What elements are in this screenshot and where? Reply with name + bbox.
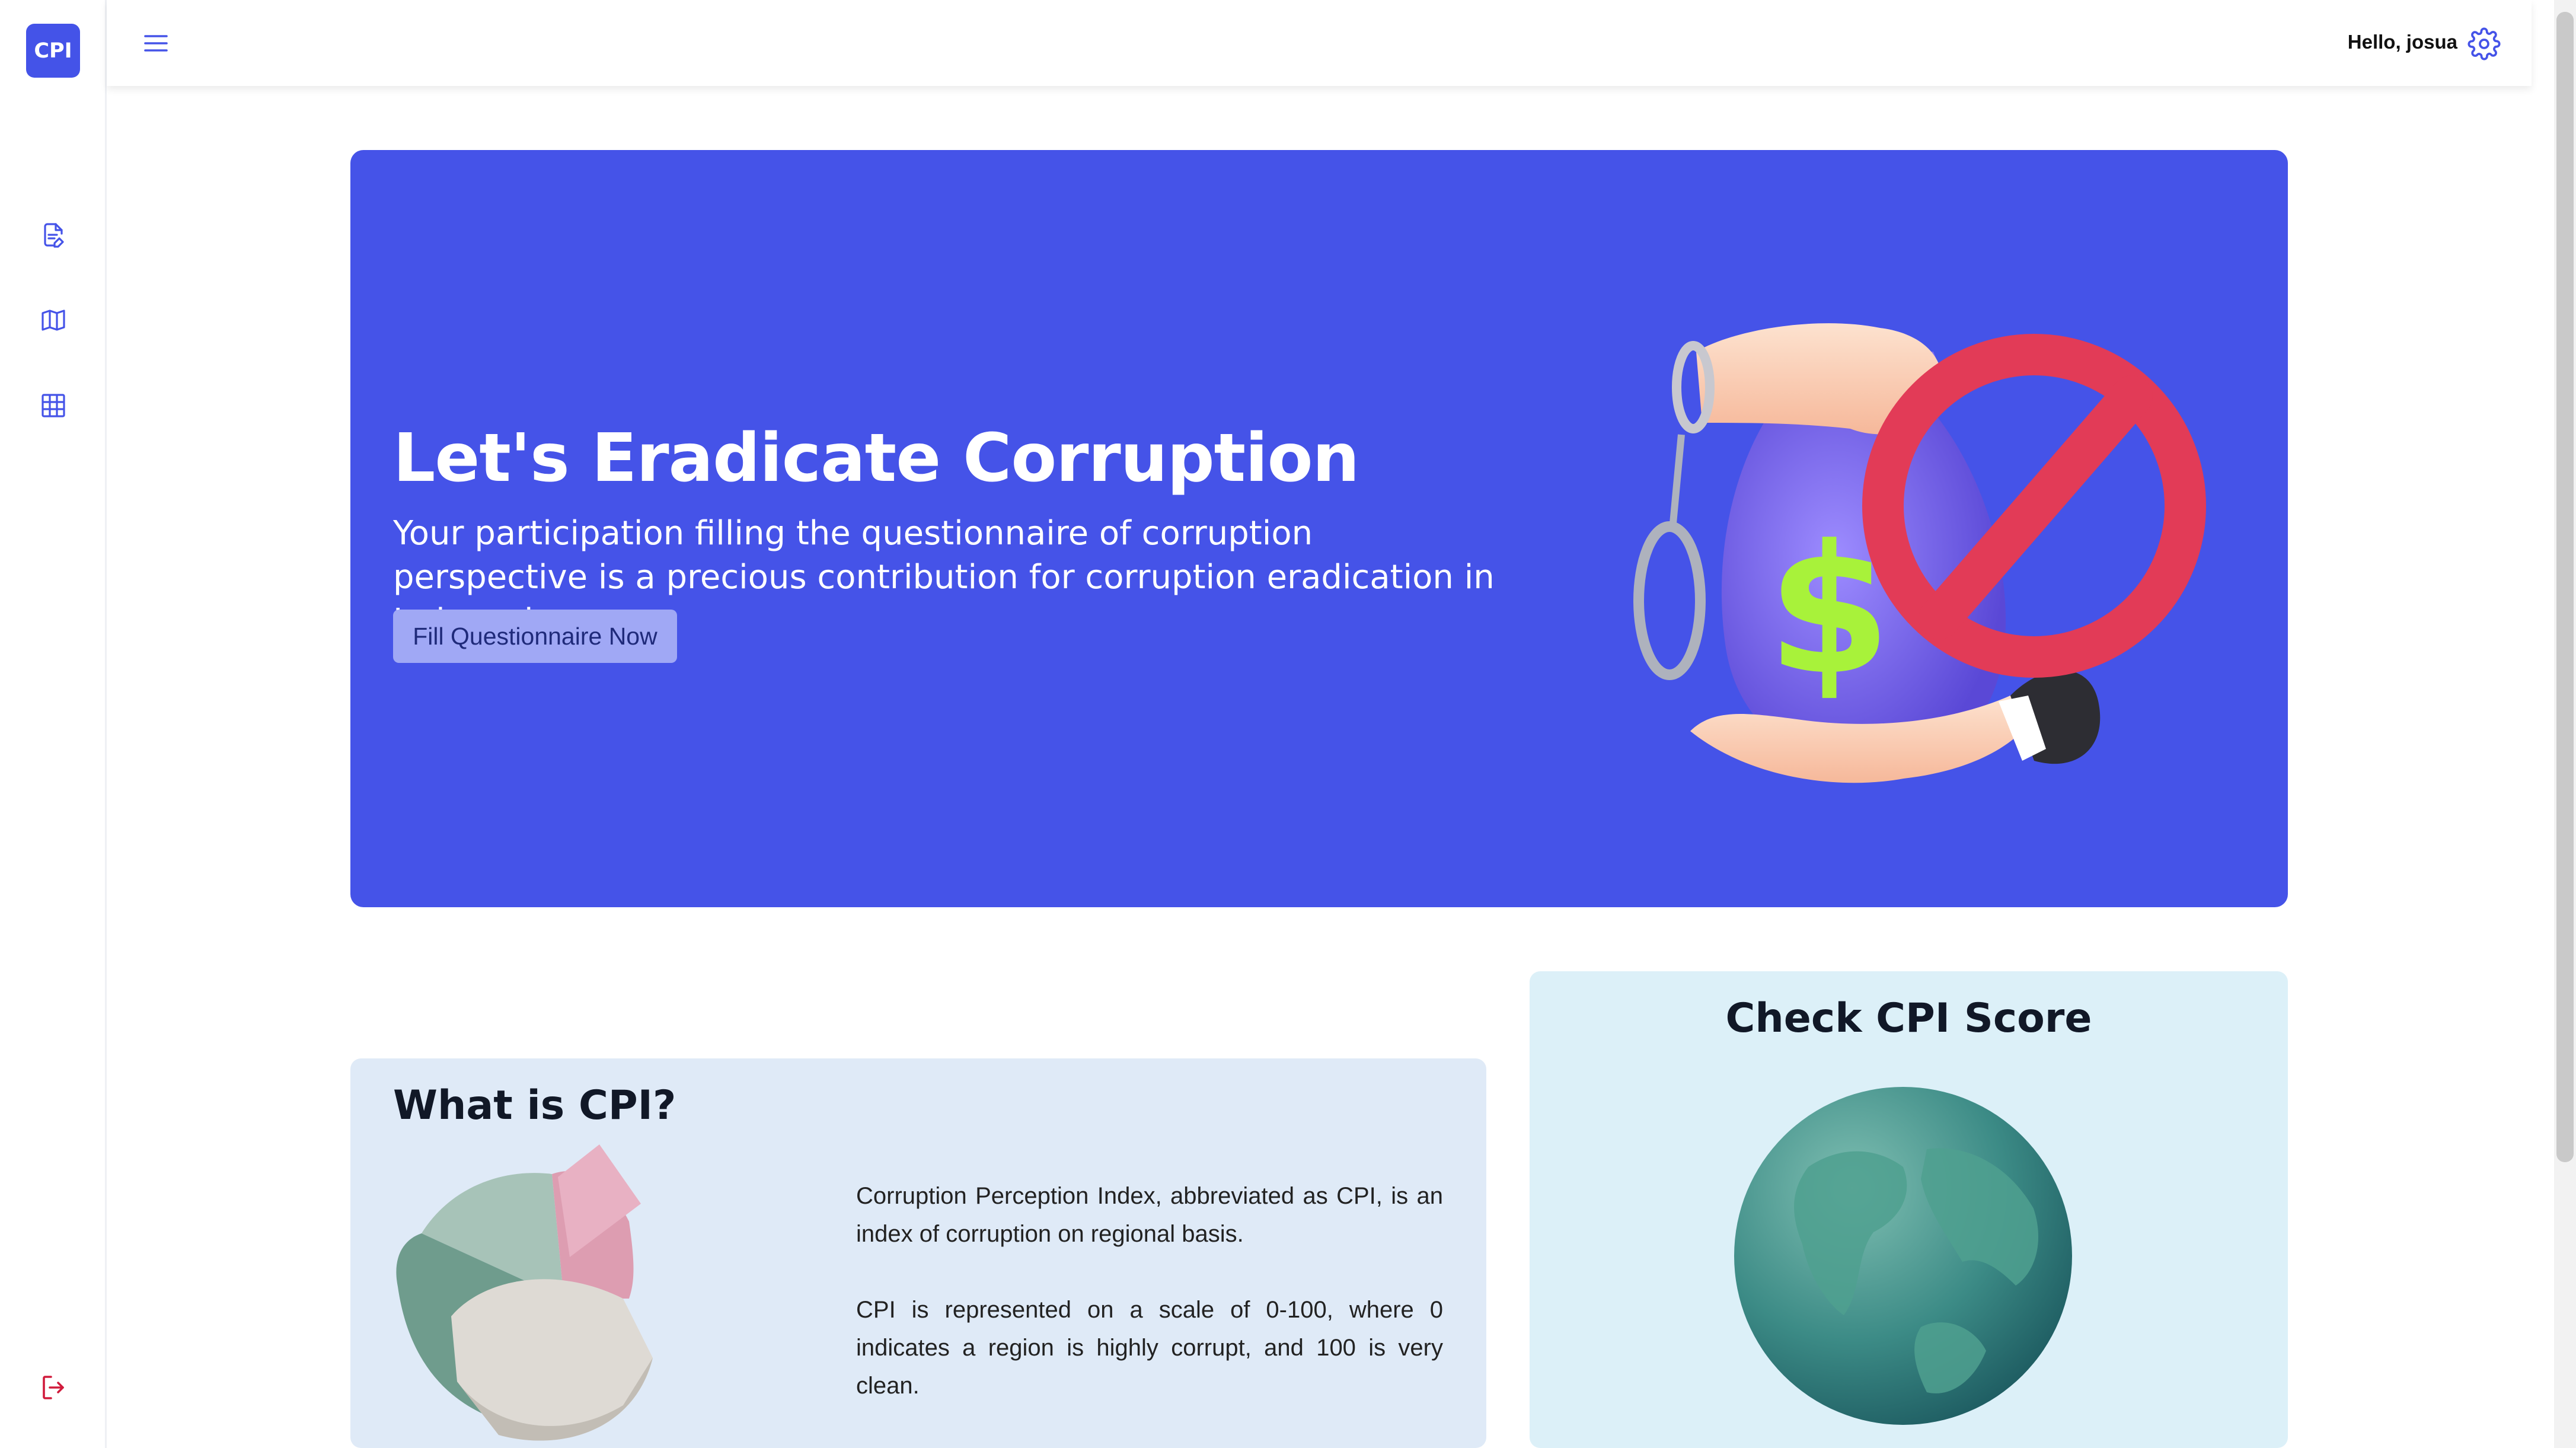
pie-chart-illustration bbox=[396, 1144, 653, 1441]
globe-illustration bbox=[1734, 1087, 2072, 1425]
sidebar-item-questionnaire[interactable] bbox=[37, 218, 70, 251]
hero-title: Let's Eradicate Corruption bbox=[393, 420, 1359, 497]
cpi-description-paragraph-1: Corruption Perception Index, abbreviated… bbox=[856, 1183, 1443, 1247]
gear-icon[interactable] bbox=[2468, 27, 2501, 60]
sidebar-item-map[interactable] bbox=[37, 304, 70, 337]
cpi-description-paragraph-2: CPI is represented on a scale of 0-100, … bbox=[856, 1297, 1443, 1399]
check-cpi-score-title: Check CPI Score bbox=[1725, 995, 2092, 1042]
logout-button[interactable] bbox=[37, 1371, 70, 1404]
logout-icon bbox=[43, 1376, 64, 1399]
app-logo[interactable]: CPI bbox=[26, 24, 80, 78]
map-icon bbox=[42, 310, 65, 331]
table-grid-icon bbox=[42, 394, 65, 417]
fill-questionnaire-button[interactable]: Fill Questionnaire Now bbox=[393, 610, 677, 663]
user-greeting: Hello, josua bbox=[2347, 31, 2457, 53]
hero-banner: Let's Eradicate Corruption Your particip… bbox=[350, 150, 2288, 907]
menu-toggle-button[interactable] bbox=[139, 27, 173, 60]
sidebar: CPI bbox=[0, 0, 107, 1448]
anti-corruption-illustration: $ bbox=[1633, 323, 2206, 783]
check-cpi-score-card[interactable]: Check CPI Score bbox=[1530, 971, 2288, 1448]
cpi-description: Corruption Perception Index, abbreviated… bbox=[856, 1177, 1443, 1405]
top-bar: Hello, josua bbox=[107, 0, 2532, 86]
sidebar-item-table[interactable] bbox=[37, 389, 70, 422]
scrollbar-thumb[interactable] bbox=[2556, 12, 2574, 1162]
document-edit-icon bbox=[44, 223, 64, 248]
hamburger-menu-icon bbox=[144, 35, 168, 52]
what-is-cpi-card: What is CPI? Corruption Perception Index… bbox=[350, 1058, 1486, 1448]
